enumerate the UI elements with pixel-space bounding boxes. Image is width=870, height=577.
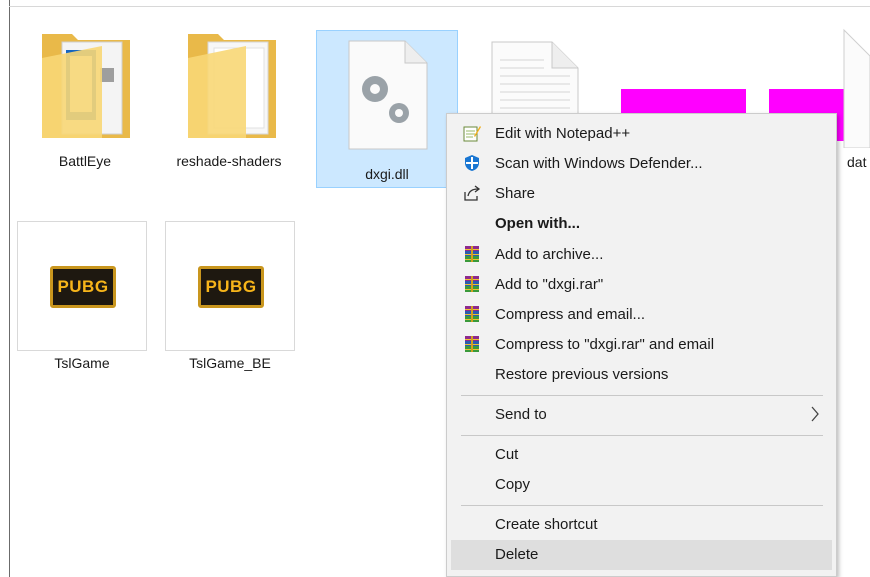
menu-item-label: Cut: [495, 446, 519, 463]
file-label: BattlEye: [58, 153, 112, 169]
pubg-icon: PUBG: [198, 266, 264, 308]
menu-item-label: Compress to "dxgi.rar" and email: [495, 336, 715, 353]
winrar-icon: [465, 336, 479, 352]
context-menu: Edit with Notepad++ Scan with Windows De…: [446, 113, 837, 577]
menu-separator: [461, 395, 823, 396]
file-item-dxgi-dll[interactable]: dxgi.dll: [316, 30, 458, 188]
file-item-tslgame[interactable]: PUBG TslGame: [17, 221, 147, 381]
folder-icon: [42, 34, 130, 138]
document-icon: [491, 41, 579, 114]
menu-item-label: Scan with Windows Defender...: [495, 155, 703, 172]
menu-item-cut[interactable]: Cut: [451, 440, 832, 468]
pubg-icon: PUBG: [50, 266, 116, 308]
menu-item-label: Send to: [495, 406, 547, 423]
menu-item-copy[interactable]: Copy: [451, 470, 832, 498]
file-item-reshade-shaders[interactable]: reshade-shaders: [166, 20, 292, 190]
share-icon: [464, 185, 481, 201]
notepadpp-icon: [463, 126, 481, 142]
menu-item-label: Add to "dxgi.rar": [495, 276, 604, 293]
window-top-border: [9, 6, 870, 7]
winrar-icon: [465, 276, 479, 292]
menu-item-scan-defender[interactable]: Scan with Windows Defender...: [451, 149, 832, 177]
menu-item-label: Delete: [495, 546, 539, 563]
menu-item-label: Create shortcut: [495, 516, 598, 533]
menu-item-label: Compress and email...: [495, 306, 646, 323]
menu-item-restore-previous-versions[interactable]: Restore previous versions: [451, 360, 832, 388]
menu-item-send-to[interactable]: Send to: [451, 400, 832, 428]
menu-item-label: Edit with Notepad++: [495, 125, 631, 142]
menu-item-add-to-archive[interactable]: Add to archive...: [451, 240, 832, 268]
app-thumbnail: PUBG: [165, 221, 295, 351]
menu-item-delete[interactable]: Delete: [451, 540, 832, 570]
file-item-tslgame-be[interactable]: PUBG TslGame_BE: [165, 221, 295, 381]
winrar-icon: [465, 246, 479, 262]
image-thumbnail[interactable]: [621, 89, 746, 113]
chevron-right-icon: [811, 406, 819, 422]
document-icon: [843, 28, 870, 148]
file-label: dxgi.dll: [365, 166, 409, 182]
menu-item-label: Copy: [495, 476, 531, 493]
menu-item-label: Add to archive...: [495, 246, 604, 263]
menu-item-label: Open with...: [495, 215, 580, 232]
menu-item-create-shortcut[interactable]: Create shortcut: [451, 510, 832, 538]
menu-item-compress-to-dxgi-rar-and-email[interactable]: Compress to "dxgi.rar" and email: [451, 330, 832, 358]
menu-item-label: Share: [495, 185, 536, 202]
menu-separator: [461, 435, 823, 436]
menu-item-edit-notepadpp[interactable]: Edit with Notepad++: [451, 119, 832, 147]
file-item-battleye[interactable]: BattlEye: [22, 20, 148, 190]
menu-item-open-with[interactable]: Open with...: [451, 209, 832, 237]
file-label-partial: dat: [847, 154, 867, 170]
app-thumbnail: PUBG: [17, 221, 147, 351]
window-left-border: [9, 0, 10, 577]
file-label: reshade-shaders: [176, 153, 282, 169]
file-label: TslGame: [54, 355, 110, 371]
folder-icon: [188, 34, 276, 138]
menu-item-add-to-dxgi-rar[interactable]: Add to "dxgi.rar": [451, 270, 832, 298]
menu-item-share[interactable]: Share: [451, 179, 832, 207]
defender-shield-icon: [465, 155, 479, 171]
winrar-icon: [465, 306, 479, 322]
menu-separator: [461, 505, 823, 506]
dll-file-icon: [348, 40, 428, 150]
menu-item-label: Restore previous versions: [495, 366, 669, 383]
menu-item-compress-and-email[interactable]: Compress and email...: [451, 300, 832, 328]
file-label: TslGame_BE: [189, 355, 271, 371]
